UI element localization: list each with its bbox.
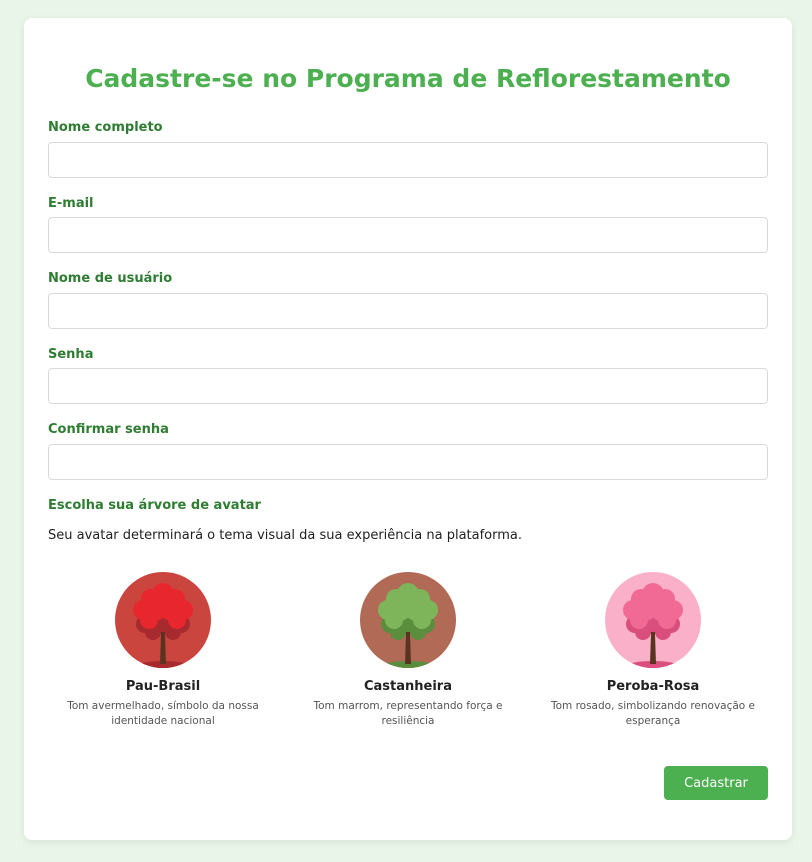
email-label: E-mail — [48, 196, 94, 211]
username-label: Nome de usuário — [48, 271, 173, 286]
full-name-label: Nome completo — [48, 120, 163, 135]
full-name-input[interactable] — [48, 142, 768, 178]
avatar-section-description: Seu avatar determinará o tema visual da … — [48, 528, 523, 543]
email-input[interactable] — [48, 217, 768, 253]
avatar-description: Tom rosado, simbolizando renovação e esp… — [550, 700, 756, 727]
avatar-description: Tom marrom, representando força e resili… — [313, 700, 503, 727]
avatar-circle — [360, 572, 456, 668]
avatar-option-peroba-rosa[interactable]: Peroba-Rosa Tom rosado, simbolizando ren… — [543, 572, 763, 729]
avatar-name: Pau-Brasil — [125, 679, 201, 694]
username-input[interactable] — [48, 293, 768, 329]
confirm-password-input[interactable] — [48, 444, 768, 480]
avatar-circle — [605, 572, 701, 668]
password-input[interactable] — [48, 368, 768, 404]
page-title: Cadastre-se no Programa de Reflorestamen… — [85, 64, 731, 93]
avatar-name: Castanheira — [363, 679, 452, 694]
avatar-circle — [115, 572, 211, 668]
avatar-option-pau-brasil[interactable]: Pau-Brasil Tom avermelhado, símbolo da n… — [53, 572, 273, 729]
tree-icon — [623, 583, 683, 668]
tree-icon — [378, 583, 438, 668]
submit-button[interactable]: Cadastrar — [664, 766, 768, 800]
password-label: Senha — [48, 347, 94, 362]
avatar-description: Tom avermelhado, símbolo da nossa identi… — [67, 700, 259, 727]
confirm-password-label: Confirmar senha — [48, 422, 169, 437]
avatar-section-label: Escolha sua árvore de avatar — [48, 498, 261, 513]
avatar-option-castanheira[interactable]: Castanheira Tom marrom, representando fo… — [298, 572, 518, 729]
avatar-name: Peroba-Rosa — [606, 679, 700, 694]
tree-icon — [133, 583, 193, 668]
registration-card: Cadastre-se no Programa de Reflorestamen… — [24, 18, 792, 840]
